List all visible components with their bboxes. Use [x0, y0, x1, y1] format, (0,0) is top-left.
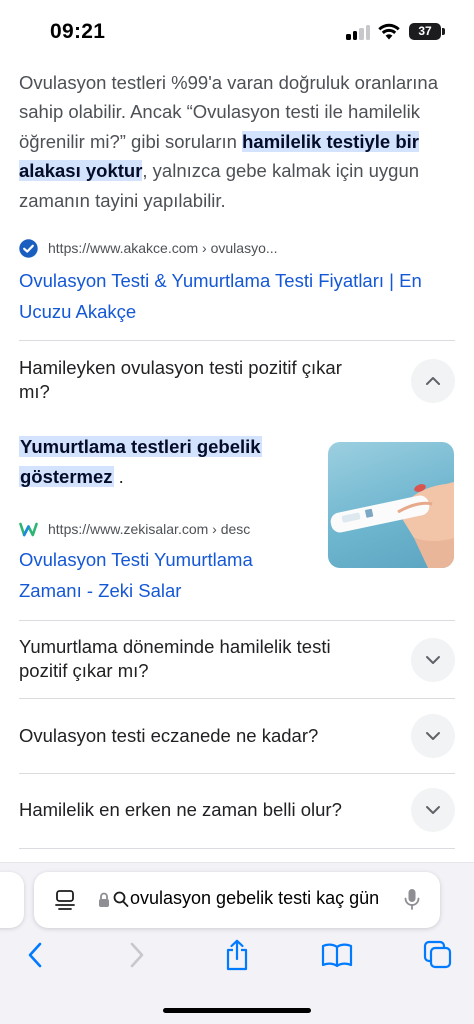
result-title-line1: Ovulasyon Testi & Yumurtlama Testi Fiyat…: [19, 270, 422, 291]
mic-icon[interactable]: [404, 888, 420, 912]
lock-icon: [99, 892, 109, 907]
faq-question-2-line1: Ovulasyon testi eczanede ne kadar?: [19, 725, 319, 746]
faq-question-expanded[interactable]: Hamileyken ovulasyon testi pozitif çıkar…: [19, 356, 389, 404]
result-title-link[interactable]: Ovulasyon Testi & Yumurtlama Testi Fiyat…: [19, 265, 422, 327]
share-icon[interactable]: [220, 938, 254, 972]
status-time: 09:21: [50, 20, 106, 43]
chevron-down-icon[interactable]: [411, 638, 455, 682]
search-icon: [113, 891, 129, 907]
battery-indicator: 37: [409, 23, 441, 40]
divider: [19, 698, 455, 699]
toolbar-separator: [0, 862, 474, 863]
faq-question-3-line1: Hamilelik en erken ne zaman belli olur?: [19, 799, 342, 820]
zekisalar-favicon: [19, 520, 38, 539]
chevron-down-icon[interactable]: [411, 788, 455, 832]
address-bar[interactable]: ovulasyon gebelik testi kaç gün: [34, 872, 440, 928]
faq-question-2[interactable]: Ovulasyon testi eczanede ne kadar?: [19, 724, 389, 748]
forward-arrow-icon[interactable]: [120, 938, 154, 972]
faq-source-title-line1: Ovulasyon Testi Yumurtlama: [19, 549, 253, 570]
pregnancy-test-image[interactable]: [328, 442, 454, 568]
battery-cap: [442, 28, 445, 35]
status-bar: 09:21 37: [0, 0, 474, 62]
divider: [19, 340, 455, 341]
browser-toolbar: ovulasyon gebelik testi kaç gün: [0, 862, 474, 1024]
back-arrow-icon[interactable]: [18, 938, 52, 972]
faq-question-line2: mı?: [19, 381, 50, 402]
home-indicator[interactable]: [163, 1008, 311, 1013]
faq-answer: Yumurtlama testleri gebelik göstermez .: [19, 432, 309, 492]
result-source[interactable]: https://www.akakce.com › ovulasyo...: [19, 237, 278, 259]
faq-source-url: https://www.zekisalar.com › desc: [48, 521, 251, 537]
faq-answer-suffix: .: [113, 466, 124, 487]
faq-answer-line1: Yumurtlama testleri gebelik: [19, 436, 262, 457]
chevron-down-icon[interactable]: [411, 714, 455, 758]
divider: [19, 773, 455, 774]
faq-answer-line2: göstermez: [19, 466, 114, 487]
result-title-line2: Ucuzu Akakçe: [19, 301, 137, 322]
divider: [19, 848, 455, 849]
snippet-text: Ovulasyon testleri %99'a varan doğruluk …: [19, 68, 459, 215]
tabs-icon[interactable]: [421, 938, 455, 972]
faq-source-title-line2: Zamanı - Zeki Salar: [19, 580, 182, 601]
verified-check-icon: [19, 238, 38, 258]
signal-icon: [346, 24, 372, 40]
faq-question-1-line1: Yumurtlama döneminde hamilelik testi: [19, 636, 331, 657]
faq-source-title-link[interactable]: Ovulasyon Testi Yumurtlama Zamanı - Zeki…: [19, 544, 253, 606]
divider: [19, 620, 455, 621]
address-text[interactable]: ovulasyon gebelik testi kaç gün: [130, 888, 386, 909]
tabs-format-icon[interactable]: [54, 889, 76, 911]
result-url: https://www.akakce.com › ovulasyo...: [48, 240, 278, 256]
chevron-up-icon[interactable]: [411, 359, 455, 403]
bookmarks-icon[interactable]: [320, 938, 354, 972]
faq-source[interactable]: https://www.zekisalar.com › desc: [19, 518, 250, 540]
faq-question-3[interactable]: Hamilelik en erken ne zaman belli olur?: [19, 798, 389, 822]
faq-question-1[interactable]: Yumurtlama döneminde hamilelik testi poz…: [19, 635, 389, 683]
wifi-icon: [378, 23, 400, 40]
faq-question-1-line2: pozitif çıkar mı?: [19, 660, 149, 681]
faq-question-line1: Hamileyken ovulasyon testi pozitif çıkar: [19, 357, 342, 378]
previous-tab-peek[interactable]: [0, 872, 24, 928]
